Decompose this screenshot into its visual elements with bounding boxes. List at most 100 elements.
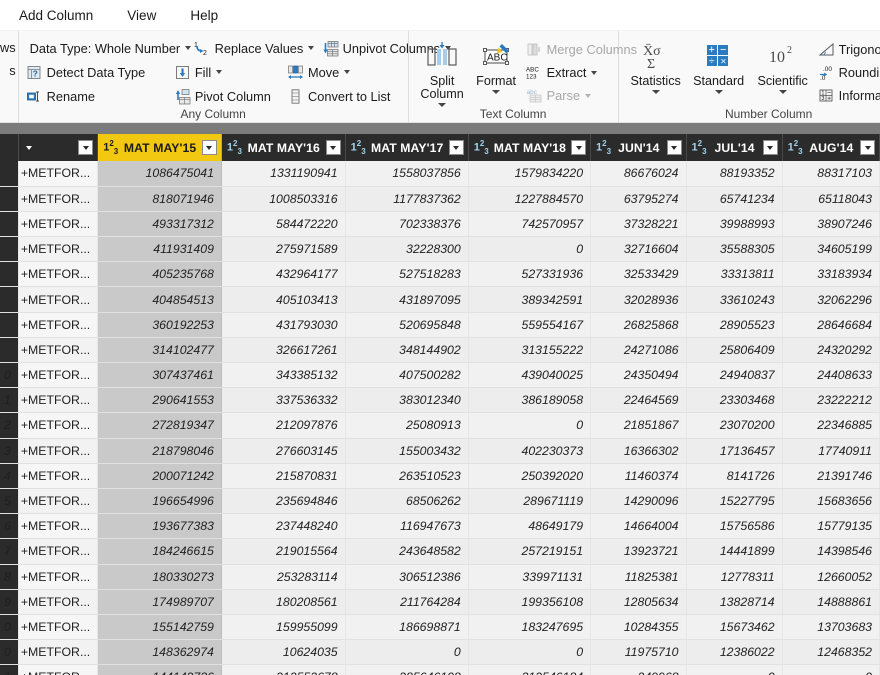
statistics-button[interactable]: X̄σ Σ Statistics — [625, 36, 687, 118]
cell-value[interactable]: 383012340 — [345, 387, 469, 414]
cell-value[interactable]: 237448240 — [221, 513, 346, 540]
cell-value[interactable]: 253283114 — [221, 564, 346, 590]
cell-value[interactable]: 24940837 — [686, 362, 783, 389]
cell-value[interactable]: 527518283 — [345, 261, 469, 288]
cell-name[interactable]: +METFOR... — [18, 589, 99, 615]
cell-value[interactable]: 12660052 — [782, 564, 880, 590]
menu-item-add-column[interactable]: Add Column — [2, 3, 110, 28]
cell-value[interactable]: 12778311 — [686, 564, 783, 590]
cell-name[interactable]: +METFOR... — [18, 664, 99, 675]
cell-value[interactable]: 1086475041 — [97, 161, 222, 187]
table-row[interactable]: 6 +METFOR... 193677383 237448240 116947673 48… — [0, 513, 880, 540]
standard-button[interactable]: + − ÷ × Standard — [687, 36, 751, 118]
cell-name[interactable]: +METFOR... — [18, 387, 99, 414]
cell-value[interactable]: 39988993 — [686, 211, 783, 238]
cell-value[interactable]: 584472220 — [221, 211, 346, 238]
cell-value[interactable]: 155003432 — [345, 438, 469, 464]
cell-value[interactable]: 88193352 — [686, 161, 783, 187]
cell-value[interactable]: 290641553 — [97, 387, 222, 414]
cell-value[interactable]: 159955099 — [221, 614, 346, 641]
cell-value[interactable]: 34605199 — [782, 236, 880, 263]
cell-name[interactable]: +METFOR... — [18, 639, 99, 666]
cell-value[interactable]: 22346885 — [782, 412, 880, 439]
cell-value[interactable]: 68506262 — [345, 488, 469, 515]
information-button[interactable]: 1 3 Information — [815, 84, 880, 107]
column-header-jun-14[interactable]: 123 JUN'14 — [590, 134, 687, 161]
cell-name[interactable]: +METFOR... — [18, 362, 99, 389]
cell-value[interactable]: 193677383 — [97, 513, 222, 540]
table-row[interactable]: 3 +METFOR... 218798046 276603145 155003432 40… — [0, 438, 880, 464]
table-row[interactable]: 8 +METFOR... 180330273 253283114 306512386 33… — [0, 564, 880, 590]
cell-value[interactable]: 144142736 — [97, 664, 222, 675]
table-row[interactable]: +METFOR... 1086475041 1331190941 1558037856… — [0, 161, 880, 187]
cell-value[interactable]: 0 — [468, 236, 592, 263]
cell-value[interactable]: 360192253 — [97, 312, 222, 338]
cell-name[interactable]: +METFOR... — [18, 211, 99, 238]
cell-name[interactable]: +METFOR... — [18, 538, 99, 565]
cell-value[interactable]: 23303468 — [686, 387, 783, 414]
cell-value[interactable]: 13828714 — [686, 589, 783, 615]
cell-value[interactable]: 15756586 — [686, 513, 783, 540]
cell-value[interactable]: 32716604 — [590, 236, 687, 263]
column-filter-button[interactable] — [571, 140, 587, 155]
cell-value[interactable]: 32062296 — [782, 286, 880, 313]
cell-name[interactable]: +METFOR... — [18, 286, 99, 313]
cell-value[interactable]: 313155222 — [468, 337, 592, 364]
cell-value[interactable]: 10284355 — [590, 614, 687, 641]
column-header-mat-may-18[interactable]: 123 MAT MAY'18 — [468, 134, 592, 161]
cell-value[interactable]: 520695848 — [345, 312, 469, 338]
cell-value[interactable]: 14888861 — [782, 589, 880, 615]
cell-value[interactable]: 33183934 — [782, 261, 880, 288]
table-row[interactable]: +METFOR... 404854513 405103413 431897095 389… — [0, 286, 880, 313]
cell-value[interactable]: 243648582 — [345, 538, 469, 565]
cell-value[interactable]: 116947673 — [345, 513, 469, 540]
rounding-button[interactable]: .00 .0 Rounding — [815, 61, 880, 84]
table-row[interactable]: +METFOR... 360192253 431793030 520695848 559… — [0, 312, 880, 338]
cell-name[interactable]: +METFOR... — [18, 564, 99, 590]
cell-value[interactable]: 493317312 — [97, 211, 222, 238]
column-filter-button[interactable] — [860, 140, 875, 155]
cell-value[interactable]: 25806409 — [686, 337, 783, 364]
cell-value[interactable]: 431897095 — [345, 286, 469, 313]
cell-value[interactable]: 37328221 — [590, 211, 687, 238]
cell-value[interactable]: 23222212 — [782, 387, 880, 414]
cell-value[interactable]: 180330273 — [97, 564, 222, 590]
move-button[interactable]: Move — [284, 61, 408, 84]
cell-value[interactable]: 32028936 — [590, 286, 687, 313]
cell-value[interactable]: 1008503316 — [221, 186, 346, 212]
cell-value[interactable]: 184246615 — [97, 538, 222, 565]
table-row[interactable]: 1 +METFOR... 290641553 337536332 383012340 38… — [0, 387, 880, 414]
cell-value[interactable]: 559554167 — [468, 312, 592, 338]
cell-value[interactable]: 257219151 — [468, 538, 592, 565]
column-header-mat-may-15[interactable]: 123 MAT MAY'15 — [97, 134, 222, 161]
cell-value[interactable]: 405235768 — [97, 261, 222, 288]
cell-value[interactable]: 32228300 — [345, 236, 469, 263]
cell-value[interactable]: 742570957 — [468, 211, 592, 238]
cell-value[interactable]: 11460374 — [590, 463, 687, 489]
cell-value[interactable]: 0 — [782, 664, 880, 675]
cell-value[interactable]: 348144902 — [345, 337, 469, 364]
cell-value[interactable]: 527331936 — [468, 261, 592, 288]
cell-value[interactable]: 17740911 — [782, 438, 880, 464]
column-header-aug-14[interactable]: 123 AUG'14 — [782, 134, 880, 161]
cell-value[interactable]: 16366302 — [590, 438, 687, 464]
table-row[interactable]: 4 +METFOR... 200071242 215870831 263510523 25… — [0, 463, 880, 489]
cell-value[interactable]: 65741234 — [686, 186, 783, 212]
table-row[interactable]: 1+METFOR...14414273621255267828564610831… — [0, 664, 880, 675]
trigonometry-button[interactable]: Trigonometry — [815, 38, 880, 61]
cell-value[interactable]: 174989707 — [97, 589, 222, 615]
menu-item-view[interactable]: View — [110, 3, 173, 28]
table-row[interactable]: 0 +METFOR... 155142759 159955099 186698871 18… — [0, 614, 880, 641]
cell-value[interactable]: 32533429 — [590, 261, 687, 288]
cell-value[interactable]: 306512386 — [345, 564, 469, 590]
cell-value[interactable]: 285646108 — [345, 664, 469, 675]
cell-value[interactable]: 48649179 — [468, 513, 592, 540]
partial-filter-caret-icon[interactable] — [24, 140, 34, 155]
rename-button[interactable]: Rename — [23, 85, 171, 108]
cell-value[interactable]: 389342591 — [468, 286, 592, 313]
cell-value[interactable]: 289671119 — [468, 488, 592, 515]
column-header-jul-14[interactable]: 123 JUL'14 — [686, 134, 783, 161]
cell-value[interactable]: 15227795 — [686, 488, 783, 515]
cell-value[interactable]: 312546184 — [468, 664, 592, 675]
cell-value[interactable]: 212552678 — [221, 664, 346, 675]
